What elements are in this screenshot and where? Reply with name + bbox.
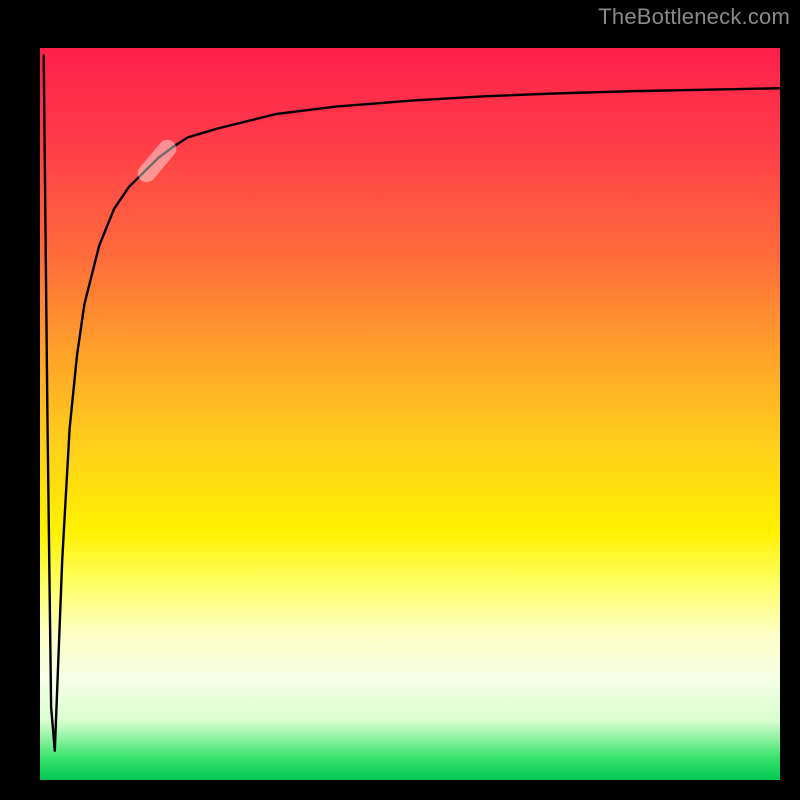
chart-frame (20, 28, 780, 780)
chart-root: TheBottleneck.com (0, 0, 800, 800)
plot-area (40, 48, 780, 780)
curve-svg (40, 48, 780, 780)
watermark-text: TheBottleneck.com (598, 4, 790, 30)
bottleneck-curve-path (44, 55, 780, 750)
